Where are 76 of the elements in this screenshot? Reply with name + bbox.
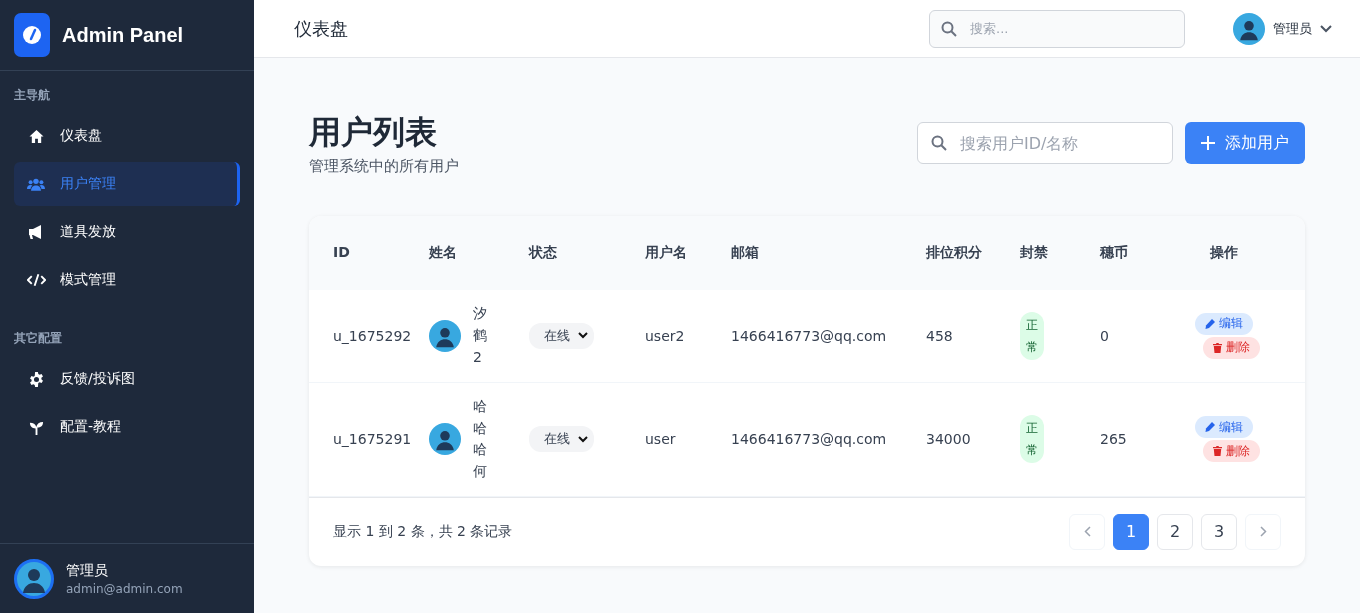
table-cell: u_1675291 [333,431,412,448]
nav-item[interactable]: 反馈/投诉图 [14,357,240,401]
search-field[interactable]: 搜索用户ID/名称 [917,122,1173,164]
section-label: 其它配置 [14,330,63,347]
page-button[interactable]: 3 [1201,513,1237,550]
user-name: 管理员 [1273,19,1312,38]
column-header: ID [333,244,350,261]
column-header: 排位积分 [926,244,982,261]
table-cell: 265 [1100,431,1127,448]
user-avatar [1233,12,1265,45]
add-user-button[interactable]: 添加用户 [1185,122,1305,164]
delete-button[interactable]: 删除 [1203,440,1260,463]
code-icon [26,273,46,287]
seedling-icon [28,419,44,435]
chevron-left-icon [1083,526,1091,538]
table-cell: u_1675292 [333,327,412,344]
pencil-icon [1204,422,1215,433]
user-name-text: 汐鹤2 [473,304,487,367]
edit-button[interactable]: 编辑 [1194,312,1253,335]
trash-icon [1213,446,1222,457]
nav-item[interactable]: 仪表盘 [14,114,240,158]
pagination-summary: 显示 1 到 2 条，共 2 条记录 [333,522,513,541]
section-label: 主导航 [14,87,51,104]
chevron-down-icon [578,332,588,340]
status-badge: 正常 [1020,311,1044,360]
column-header: 邮箱 [731,244,759,261]
page-title: 用户列表 [309,112,438,153]
table-cell: user2 [645,327,685,344]
user-avatar [429,423,461,456]
search-icon [931,135,947,151]
nav-item[interactable]: 配置-教程 [14,405,240,449]
status-select[interactable]: 在线 [529,426,594,453]
gear-icon [28,371,44,387]
table-cell: 1466416773@qq.com [731,431,887,448]
previous-page-button[interactable] [1069,513,1105,550]
plus-icon [1201,136,1215,150]
gauge-logo-icon [14,13,50,57]
page-button[interactable]: 1 [1113,513,1149,550]
search-field[interactable]: 搜索... [929,9,1185,48]
nav-item[interactable]: 用户管理 [14,162,240,206]
column-header: 封禁 [1020,244,1048,261]
column-header: 用户名 [645,244,687,261]
nav-item[interactable]: 道具发放 [14,210,240,254]
trash-icon [1213,342,1222,353]
table-cell: 458 [926,327,953,344]
user-avatar [14,558,54,599]
column-header: 操作 [1209,244,1238,261]
delete-button[interactable]: 删除 [1203,336,1260,359]
chevron-right-icon [1259,526,1267,538]
brand-title: Admin Panel [62,23,184,47]
chevron-down-icon[interactable] [1320,24,1332,33]
table-cell: 0 [1100,327,1109,344]
user-name-text: 哈哈哈何 [473,396,487,481]
megaphone-icon [28,224,44,240]
chevron-down-icon [578,435,588,443]
user-email: admin@admin.com [66,581,183,596]
search-icon [941,20,957,37]
table-cell: user [645,431,676,448]
nav-item[interactable]: 模式管理 [14,258,240,302]
next-page-button[interactable] [1245,513,1281,550]
table-cell: 1466416773@qq.com [731,327,887,344]
edit-button[interactable]: 编辑 [1194,416,1253,439]
page-button[interactable]: 2 [1157,513,1193,550]
table-cell: 34000 [926,431,971,448]
status-badge: 正常 [1020,415,1044,464]
column-header: 状态 [529,244,557,261]
header-title: 仪表盘 [294,16,349,41]
column-header: 穗币 [1100,244,1128,261]
page-subtitle: 管理系统中的所有用户 [309,156,459,176]
user-name: 管理员 [66,561,109,580]
status-select[interactable]: 在线 [529,322,594,349]
column-header: 姓名 [429,244,457,261]
users-icon [27,177,45,191]
pencil-icon [1204,318,1215,329]
house-icon [27,128,45,144]
user-avatar [429,319,461,352]
